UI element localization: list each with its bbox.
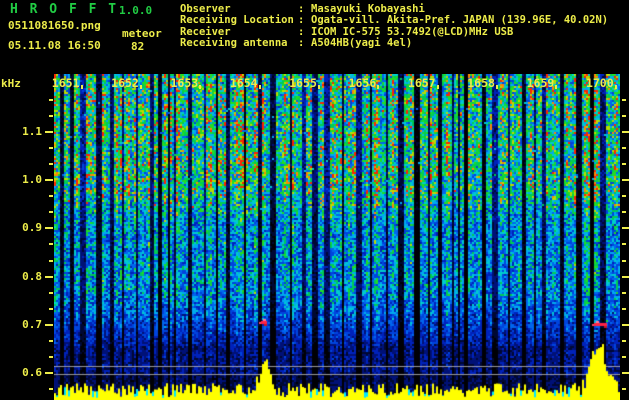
y-tick-left bbox=[49, 147, 53, 150]
y-tick-right bbox=[622, 163, 626, 166]
hrofft-screen: H R O F F T 1.0.0 0511081650.png meteor … bbox=[0, 0, 629, 400]
y-tick-left bbox=[45, 372, 53, 374]
station-info: Observer: Masayuki Kobayashi Receiving Loc… bbox=[180, 3, 608, 50]
y-tick-left bbox=[45, 179, 53, 182]
y-tick-left bbox=[49, 243, 53, 246]
y-tick-left bbox=[49, 388, 53, 391]
x-tick-label-1656: 1656 bbox=[348, 76, 377, 90]
datetime-label: 05.11.08 16:50 bbox=[8, 39, 101, 52]
y-tick-right bbox=[622, 147, 626, 150]
y-tick-right bbox=[622, 195, 626, 198]
y-tick-right bbox=[622, 339, 626, 342]
y-tick-left bbox=[49, 339, 53, 342]
y-tick-right bbox=[622, 114, 626, 117]
y-tick-right bbox=[622, 388, 626, 391]
y-tick-left bbox=[49, 291, 53, 294]
x-tick-mark bbox=[139, 85, 142, 89]
x-tick-mark bbox=[614, 85, 617, 89]
y-tick-left bbox=[49, 98, 53, 101]
y-tick-right bbox=[622, 275, 629, 278]
x-tick-label-1659: 1659 bbox=[526, 76, 555, 90]
y-tick-left bbox=[49, 211, 53, 214]
y-tick-left bbox=[45, 323, 53, 326]
echo-count: 82 bbox=[131, 40, 145, 53]
spectrogram-plot bbox=[54, 74, 620, 400]
y-tick-right bbox=[622, 259, 626, 262]
x-tick-label-1655: 1655 bbox=[289, 76, 317, 90]
x-tick-mark bbox=[80, 85, 83, 89]
x-tick-label-1653: 1653 bbox=[170, 76, 199, 90]
x-tick-label-1657: 1657 bbox=[407, 76, 436, 90]
y-tick-right bbox=[622, 179, 629, 182]
x-tick-mark bbox=[258, 85, 261, 89]
y-tick-left bbox=[49, 307, 53, 310]
y-tick-right bbox=[622, 291, 626, 294]
info-colon: : bbox=[298, 37, 305, 50]
x-tick-label-1700: 1700 bbox=[585, 76, 614, 90]
x-tick-label-1654: 1654 bbox=[229, 76, 258, 90]
mode-label: meteor bbox=[122, 27, 162, 40]
y-tick-left bbox=[49, 355, 53, 358]
y-tick-right bbox=[622, 98, 626, 101]
x-tick-mark bbox=[199, 85, 202, 89]
info-value: A504HB(yagi 4el) bbox=[311, 37, 413, 50]
y-tick-left bbox=[45, 275, 53, 278]
output-filename: 0511081650.png bbox=[8, 19, 101, 32]
y-tick-right bbox=[622, 211, 626, 214]
y-tick-right bbox=[622, 131, 629, 133]
y-tick-right bbox=[622, 227, 629, 230]
y-tick-right bbox=[622, 243, 626, 246]
x-tick-mark bbox=[555, 85, 558, 89]
x-tick-mark bbox=[377, 85, 380, 89]
x-tick-label-1652: 1652 bbox=[111, 76, 139, 90]
spectrogram-canvas bbox=[54, 74, 620, 400]
y-tick-label-0.6: 0.6 bbox=[22, 366, 42, 379]
x-tick-label-1651: 1651 bbox=[51, 76, 80, 90]
y-tick-left bbox=[49, 259, 53, 262]
y-tick-label-1.0: 1.0 bbox=[22, 173, 42, 187]
y-tick-label-0.7: 0.7 bbox=[22, 317, 42, 331]
app-title: H R O F F T bbox=[10, 2, 119, 17]
y-axis-unit-label: kHz bbox=[1, 77, 21, 90]
y-tick-right bbox=[622, 372, 629, 374]
y-tick-left bbox=[45, 131, 53, 133]
x-tick-mark bbox=[317, 85, 320, 89]
x-tick-mark bbox=[436, 85, 439, 89]
y-tick-label-0.9: 0.9 bbox=[22, 221, 42, 235]
y-tick-label-1.1: 1.1 bbox=[22, 125, 42, 138]
y-tick-right bbox=[622, 355, 626, 358]
x-tick-label-1658: 1658 bbox=[467, 76, 495, 90]
app-version: 1.0.0 bbox=[119, 4, 153, 17]
y-tick-label-0.8: 0.8 bbox=[22, 269, 42, 283]
y-tick-right bbox=[622, 307, 626, 310]
y-tick-left bbox=[49, 195, 53, 198]
x-tick-mark bbox=[495, 85, 498, 89]
info-row-receiving-antenna: Receiving antenna: A504HB(yagi 4el) bbox=[180, 37, 608, 50]
y-tick-left bbox=[45, 227, 53, 230]
y-tick-left bbox=[49, 114, 53, 117]
info-label: Receiving antenna bbox=[180, 37, 288, 50]
y-tick-left bbox=[49, 163, 53, 166]
y-tick-right bbox=[622, 323, 629, 326]
